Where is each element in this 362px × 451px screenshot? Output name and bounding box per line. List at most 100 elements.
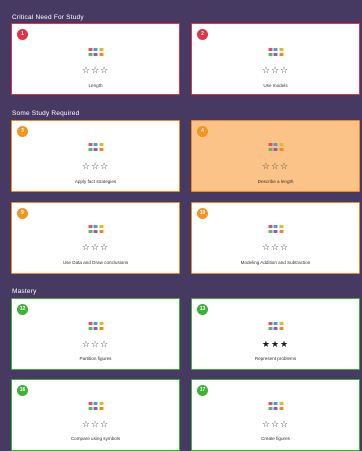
standard-tile: [268, 406, 272, 410]
standard-tile: [99, 225, 103, 228]
card-number-badge: 17: [197, 385, 208, 396]
star-rating: ☆☆☆: [192, 421, 359, 430]
card-label: Use Data and Draw conclusions: [62, 260, 129, 265]
star-empty-icon: ☆: [100, 162, 110, 172]
standard-tile: [268, 322, 272, 325]
star-empty-icon: ☆: [90, 340, 101, 350]
star-rating: ☆☆☆: [192, 163, 359, 172]
common-core-standards-icon: [268, 48, 283, 57]
star-empty-icon: ☆: [90, 243, 101, 253]
star-empty-icon: ☆: [100, 340, 110, 350]
standard-tile: [88, 322, 92, 325]
standard-tile: [279, 326, 283, 330]
standard-tile: [279, 147, 283, 151]
card-number-badge: 9: [17, 208, 28, 219]
skill-card-compare-using-symbols[interactable]: 16 ☆☆☆ Compare using symbols: [11, 379, 180, 451]
card-number-badge: 4: [197, 126, 208, 137]
standard-tile: [279, 229, 283, 233]
star-filled-icon: ★: [280, 340, 290, 350]
standard-tile: [273, 143, 278, 146]
standard-tile: [99, 402, 103, 405]
standard-tile: [279, 48, 283, 51]
standard-tile: [88, 229, 92, 233]
star-empty-icon: ☆: [261, 162, 271, 172]
standard-tile: [268, 147, 272, 151]
common-core-standards-icon: [268, 143, 283, 152]
star-empty-icon: ☆: [280, 162, 290, 172]
skill-card-create-figures[interactable]: 17 ☆☆☆ Create figures: [191, 379, 360, 451]
card-label: Length: [88, 83, 103, 88]
card-number-badge: 1: [17, 29, 28, 40]
standard-tile: [99, 322, 103, 325]
common-core-standards-icon: [268, 402, 283, 411]
skill-card-describe-a-length[interactable]: 4 ☆☆☆ Describe a length: [191, 120, 360, 192]
common-core-standards-icon: [88, 143, 103, 152]
star-empty-icon: ☆: [270, 243, 281, 253]
standard-tile: [88, 326, 92, 330]
common-core-standards-icon: [88, 322, 103, 331]
star-empty-icon: ☆: [90, 420, 101, 430]
standard-tile: [93, 147, 98, 151]
card-label: Represent problems: [254, 356, 297, 361]
star-empty-icon: ☆: [280, 243, 290, 253]
star-empty-icon: ☆: [261, 66, 271, 76]
star-rating: ☆☆☆: [192, 244, 359, 253]
star-rating: ★★★: [192, 341, 359, 350]
standard-tile: [273, 406, 278, 410]
standard-tile: [88, 52, 92, 56]
skill-card-use-models[interactable]: 2 ☆☆☆ Use models: [191, 23, 360, 95]
star-filled-icon: ★: [270, 340, 281, 350]
skill-card-apply-fact-strategies[interactable]: 3 ☆☆☆ Apply fact strategies: [11, 120, 180, 192]
standard-tile: [273, 48, 278, 51]
star-rating: ☆☆☆: [12, 67, 179, 76]
skill-card-use-data[interactable]: 9 ☆☆☆ Use Data and Draw conclusions: [11, 202, 180, 274]
skill-card-partition-figures[interactable]: 12 ☆☆☆ Partition figures: [11, 298, 180, 370]
star-empty-icon: ☆: [270, 420, 281, 430]
star-empty-icon: ☆: [90, 66, 101, 76]
skill-card-represent-problems[interactable]: 13 ★★★ Represent problems: [191, 298, 360, 370]
standard-tile: [99, 229, 103, 233]
skill-card-length[interactable]: 1 ☆☆☆ Length: [11, 23, 180, 95]
standard-tile: [273, 326, 278, 330]
section-title-critical: Critical Need For Study: [12, 14, 84, 21]
standard-tile: [93, 225, 98, 228]
star-empty-icon: ☆: [81, 162, 91, 172]
star-filled-icon: ★: [261, 340, 271, 350]
standard-tile: [273, 402, 278, 405]
skill-card-modeling-addition[interactable]: 10 ☆☆☆ Modeling Addition and Subtraction: [191, 202, 360, 274]
standard-tile: [88, 143, 92, 146]
standard-tile: [273, 322, 278, 325]
standard-tile: [88, 48, 92, 51]
card-label: Apply fact strategies: [74, 179, 117, 184]
star-empty-icon: ☆: [100, 420, 110, 430]
standard-tile: [99, 326, 103, 330]
standard-tile: [268, 143, 272, 146]
standard-tile: [93, 143, 98, 146]
standard-tile: [93, 229, 98, 233]
standard-tile: [93, 52, 98, 56]
standard-tile: [268, 402, 272, 405]
common-core-standards-icon: [88, 402, 103, 411]
standard-tile: [88, 225, 92, 228]
star-empty-icon: ☆: [81, 66, 91, 76]
card-label: Partition figures: [79, 356, 112, 361]
standard-tile: [93, 326, 98, 330]
card-label: Use models: [263, 83, 288, 88]
standard-tile: [93, 406, 98, 410]
star-empty-icon: ☆: [81, 243, 91, 253]
star-rating: ☆☆☆: [12, 421, 179, 430]
standard-tile: [268, 48, 272, 51]
standard-tile: [88, 406, 92, 410]
standard-tile: [279, 143, 283, 146]
section-title-mastery: Mastery: [12, 288, 37, 295]
star-rating: ☆☆☆: [192, 67, 359, 76]
standard-tile: [93, 322, 98, 325]
card-label: Compare using symbols: [70, 436, 121, 441]
common-core-standards-icon: [268, 322, 283, 331]
star-empty-icon: ☆: [100, 66, 110, 76]
standard-tile: [99, 147, 103, 151]
star-empty-icon: ☆: [280, 66, 290, 76]
standard-tile: [279, 225, 283, 228]
standard-tile: [279, 406, 283, 410]
star-rating: ☆☆☆: [12, 341, 179, 350]
